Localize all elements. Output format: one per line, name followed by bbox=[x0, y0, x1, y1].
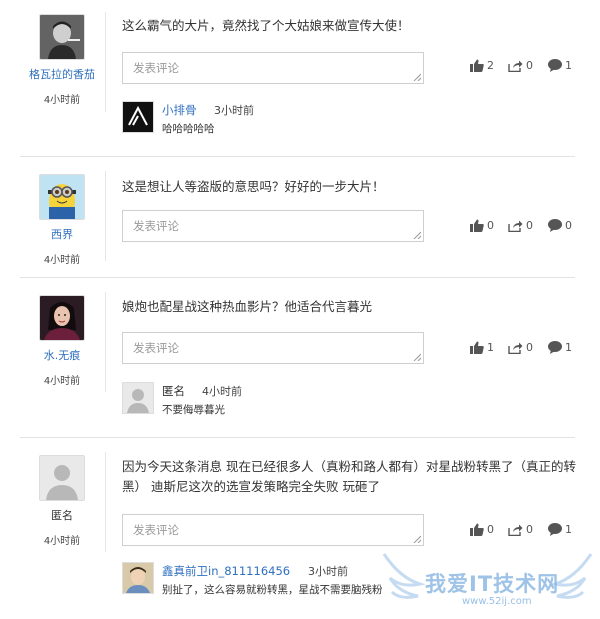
avatar[interactable] bbox=[39, 14, 85, 60]
speech-bubble-icon bbox=[548, 59, 562, 72]
reply: 小排骨 3小时前 哈哈哈哈哈 bbox=[122, 101, 452, 137]
comment-text: 娘炮也配星战这种热血影片？他适合代言暮光 bbox=[122, 299, 373, 314]
reply-username[interactable]: 小排骨 bbox=[162, 102, 197, 118]
comment-2: 西界 4小时前 这是想让人等盗版的意思吗？好好的一步大片！ 0 0 0 bbox=[0, 157, 600, 277]
reply-button[interactable]: 1 bbox=[548, 341, 572, 354]
comment-actions: 2 0 1 bbox=[470, 59, 590, 75]
reply-avatar[interactable] bbox=[122, 562, 154, 594]
comment-input-box[interactable] bbox=[122, 210, 424, 242]
reply-button[interactable]: 1 bbox=[548, 523, 572, 536]
like-count: 2 bbox=[487, 59, 494, 72]
comment-input[interactable] bbox=[123, 333, 423, 363]
reply-text: 不要侮辱暮光 bbox=[162, 404, 225, 416]
divider bbox=[105, 452, 106, 552]
reply-button[interactable]: 0 bbox=[548, 219, 572, 232]
like-button[interactable]: 2 bbox=[470, 59, 494, 72]
reply-button[interactable]: 1 bbox=[548, 59, 572, 72]
reply-text: 哈哈哈哈哈 bbox=[162, 123, 215, 135]
reply: 匿名 4小时前 不要侮辱暮光 bbox=[122, 382, 452, 418]
thumbs-up-icon bbox=[470, 341, 484, 354]
comment-input-box[interactable] bbox=[122, 332, 424, 364]
reply-avatar[interactable] bbox=[122, 101, 154, 133]
watermark-title: 我爱IT技术网 bbox=[425, 572, 560, 596]
share-count: 0 bbox=[526, 341, 533, 354]
comment-input-box[interactable] bbox=[122, 514, 424, 546]
reply-count: 1 bbox=[565, 523, 572, 536]
thumbs-up-icon bbox=[470, 59, 484, 72]
share-count: 0 bbox=[526, 523, 533, 536]
reply-count: 1 bbox=[565, 59, 572, 72]
share-button[interactable]: 0 bbox=[508, 59, 533, 72]
resize-grip-icon[interactable] bbox=[413, 353, 421, 361]
share-count: 0 bbox=[526, 59, 533, 72]
username[interactable]: 格瓦拉的香茄 bbox=[22, 66, 102, 82]
comment-input-box[interactable] bbox=[122, 52, 424, 84]
resize-grip-icon[interactable] bbox=[413, 231, 421, 239]
share-button[interactable]: 0 bbox=[508, 341, 533, 354]
reply-avatar[interactable] bbox=[122, 382, 154, 414]
avatar[interactable] bbox=[39, 174, 85, 220]
timestamp: 4小时前 bbox=[43, 376, 81, 387]
speech-bubble-icon bbox=[548, 341, 562, 354]
like-count: 1 bbox=[487, 341, 494, 354]
comment-3: 水.无痕 4小时前 娘炮也配星战这种热血影片？他适合代言暮光 1 0 1 匿名 … bbox=[0, 278, 600, 438]
like-count: 0 bbox=[487, 219, 494, 232]
watermark-url: www.52ij.com bbox=[462, 596, 532, 607]
share-button[interactable]: 0 bbox=[508, 523, 533, 536]
timestamp: 4小时前 bbox=[43, 536, 81, 547]
comment-input[interactable] bbox=[123, 211, 423, 241]
reply-timestamp: 3小时前 bbox=[308, 565, 348, 578]
divider bbox=[105, 12, 106, 112]
reply-username[interactable]: 匿名 bbox=[162, 383, 185, 399]
comment-text: 这么霸气的大片，竟然找了个大姑娘来做宣传大使！ bbox=[122, 18, 410, 33]
timestamp: 4小时前 bbox=[43, 95, 81, 106]
comment-input[interactable] bbox=[123, 515, 423, 545]
divider bbox=[105, 171, 106, 261]
comment-text: 这是想让人等盗版的意思吗？好好的一步大片！ bbox=[122, 179, 385, 194]
share-button[interactable]: 0 bbox=[508, 219, 533, 232]
comment-author: 西界 4小时前 bbox=[22, 174, 102, 266]
like-button[interactable]: 1 bbox=[470, 341, 494, 354]
comment-actions: 0 0 0 bbox=[470, 219, 590, 235]
comment-author: 格瓦拉的香茄 4小时前 bbox=[22, 14, 102, 106]
share-count: 0 bbox=[526, 219, 533, 232]
reply-timestamp: 4小时前 bbox=[202, 385, 242, 398]
reply-count: 0 bbox=[565, 219, 572, 232]
comment-text: 因为今天这条消息 现在已经很多人（真粉和路人都有）对星战粉转黑了（真正的转 黑）… bbox=[122, 457, 587, 497]
reply-username[interactable]: 鑫真前卫in_811116456 bbox=[162, 563, 290, 579]
comment-actions: 1 0 1 bbox=[470, 341, 590, 357]
speech-bubble-icon bbox=[548, 219, 562, 232]
avatar[interactable] bbox=[39, 295, 85, 341]
reply-timestamp: 3小时前 bbox=[214, 104, 254, 117]
divider bbox=[105, 292, 106, 392]
share-icon bbox=[508, 524, 523, 536]
resize-grip-icon[interactable] bbox=[413, 535, 421, 543]
comment-text-line: 因为今天这条消息 现在已经很多人（真粉和路人都有）对星战粉转黑了（真正的转 bbox=[122, 459, 576, 474]
share-icon bbox=[508, 342, 523, 354]
reply-count: 1 bbox=[565, 341, 572, 354]
like-count: 0 bbox=[487, 523, 494, 536]
username[interactable]: 水.无痕 bbox=[22, 347, 102, 363]
watermark: 我爱IT技术网 www.52ij.com bbox=[380, 548, 595, 616]
comment-input[interactable] bbox=[123, 53, 423, 83]
comment-author: 匿名 4小时前 bbox=[22, 455, 102, 547]
like-button[interactable]: 0 bbox=[470, 219, 494, 232]
like-button[interactable]: 0 bbox=[470, 523, 494, 536]
username[interactable]: 匿名 bbox=[22, 507, 102, 523]
comment-author: 水.无痕 4小时前 bbox=[22, 295, 102, 387]
thumbs-up-icon bbox=[470, 523, 484, 536]
speech-bubble-icon bbox=[548, 523, 562, 536]
reply-text: 别扯了，这么容易就粉转黑，星战不需要脑残粉 bbox=[162, 584, 383, 596]
timestamp: 4小时前 bbox=[43, 255, 81, 266]
resize-grip-icon[interactable] bbox=[413, 73, 421, 81]
username[interactable]: 西界 bbox=[22, 226, 102, 242]
comment-actions: 0 0 1 bbox=[470, 523, 590, 539]
share-icon bbox=[508, 220, 523, 232]
comment-1: 格瓦拉的香茄 4小时前 这么霸气的大片，竟然找了个大姑娘来做宣传大使！ 2 0 … bbox=[0, 0, 600, 158]
share-icon bbox=[508, 60, 523, 72]
comment-text-line: 黑） 迪斯尼这次的选宣发策略完全失败 玩砸了 bbox=[122, 479, 380, 494]
avatar[interactable] bbox=[39, 455, 85, 501]
thumbs-up-icon bbox=[470, 219, 484, 232]
